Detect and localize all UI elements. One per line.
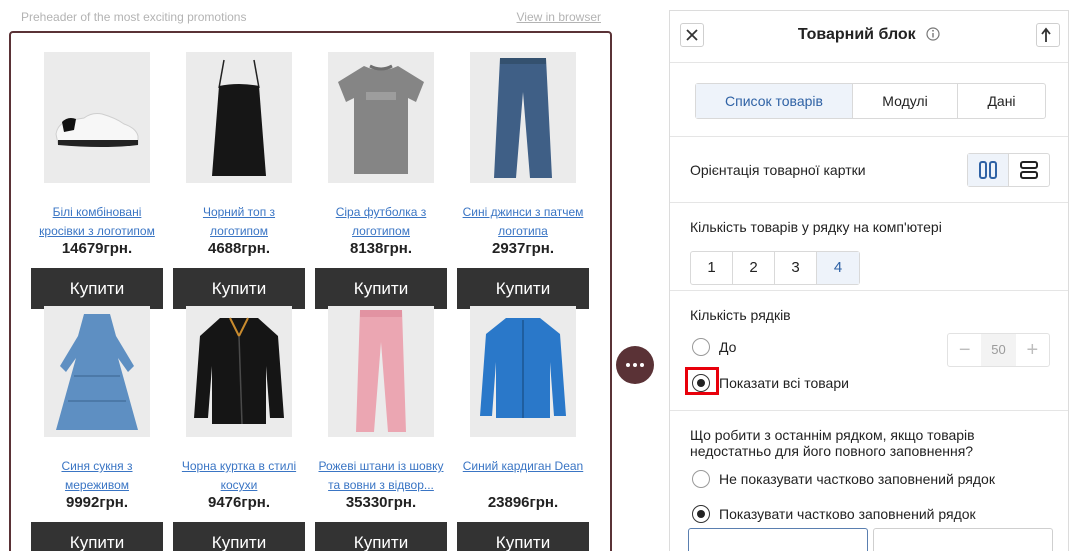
product-price: 23896грн. xyxy=(487,494,559,511)
vertical-cards-option[interactable] xyxy=(968,154,1009,186)
product-price: 4688грн. xyxy=(207,240,270,257)
panel-tabs: Список товарів Модулі Дані xyxy=(695,83,1046,119)
plus-icon[interactable]: + xyxy=(1016,334,1049,366)
last-row-hide-label: Не показувати частково заповнений рядок xyxy=(719,471,995,487)
panel-title-wrap: Товарний блок xyxy=(670,26,1068,44)
items-per-row-label: Кількість товарів у рядку на комп'ютері xyxy=(690,219,942,235)
minus-icon[interactable]: − xyxy=(948,334,981,366)
per-row-option-2[interactable]: 2 xyxy=(733,252,775,284)
arrow-up-icon xyxy=(1041,27,1051,42)
orientation-section: Орієнтація товарної картки xyxy=(670,136,1068,202)
per-row-option-4[interactable]: 4 xyxy=(817,252,859,284)
sneaker-image[interactable] xyxy=(44,52,150,183)
product-block-preview[interactable]: Білі комбіновані кросівки з логотипом 14… xyxy=(9,31,612,551)
settings-panel: Товарний блок Список товарів Модулі Дані… xyxy=(669,10,1069,551)
move-up-button[interactable] xyxy=(1036,23,1060,47)
last-row-question: Що робити з останнім рядком, якщо товарі… xyxy=(690,427,975,459)
info-icon[interactable] xyxy=(926,27,940,41)
view-in-browser-link[interactable]: View in browser xyxy=(517,10,601,24)
last-row-show-option[interactable]: Показувати частково заповнений рядок xyxy=(692,505,1022,525)
buy-button[interactable]: Купити xyxy=(173,268,305,309)
tab-product-list[interactable]: Список товарів xyxy=(696,84,853,118)
preheader-bar: Preheader of the most exciting promotion… xyxy=(21,10,601,24)
rows-all-option[interactable]: Показати всі товари xyxy=(685,367,912,395)
buy-button[interactable]: Купити xyxy=(31,522,163,551)
option-field-left[interactable] xyxy=(688,528,868,551)
panel-header: Товарний блок xyxy=(670,11,1068,63)
rows-limit-value[interactable]: 50 xyxy=(981,334,1016,366)
panel-title: Товарний блок xyxy=(797,26,916,43)
product-name-link[interactable]: Рожеві штани із шовку та вовни з відвор.… xyxy=(315,457,447,495)
product-name-link[interactable]: Синя сукня з мереживом xyxy=(31,457,163,495)
buy-button[interactable]: Купити xyxy=(173,522,305,551)
dot-icon xyxy=(633,363,637,367)
orientation-toggle xyxy=(967,153,1050,187)
pants-image[interactable] xyxy=(328,306,434,437)
buy-button[interactable]: Купити xyxy=(315,522,447,551)
rows-limit-radio[interactable] xyxy=(692,338,710,356)
tab-modules[interactable]: Модулі xyxy=(853,84,958,118)
tab-data[interactable]: Дані xyxy=(958,84,1045,118)
buy-button[interactable]: Купити xyxy=(457,522,589,551)
rows-limit-label: До xyxy=(719,339,737,355)
rows-limit-stepper: − 50 + xyxy=(947,333,1050,367)
jeans-image[interactable] xyxy=(470,52,576,183)
product-name-link[interactable]: Сіра футболка з логотипом xyxy=(315,203,447,241)
buy-button[interactable]: Купити xyxy=(457,268,589,309)
selection-highlight xyxy=(685,367,719,395)
product-price: 14679грн. xyxy=(61,240,133,257)
rows-icon xyxy=(1019,161,1038,179)
items-per-row-selector: 1 2 3 4 xyxy=(690,251,860,285)
product-price: 35330грн. xyxy=(345,494,417,511)
product-price: 9476грн. xyxy=(207,494,270,511)
last-row-section: Що робити з останнім рядком, якщо товарі… xyxy=(670,410,1068,551)
product-name-link[interactable]: Синий кардиган Dean xyxy=(457,457,589,495)
columns-icon xyxy=(978,161,997,179)
jacket-image[interactable] xyxy=(186,306,292,437)
buy-button[interactable]: Купити xyxy=(31,268,163,309)
per-row-option-3[interactable]: 3 xyxy=(775,252,817,284)
product-price: 8138грн. xyxy=(349,240,412,257)
option-field-right[interactable] xyxy=(873,528,1053,551)
product-price: 9992грн. xyxy=(65,494,128,511)
per-row-option-1[interactable]: 1 xyxy=(691,252,733,284)
items-per-row-section: Кількість товарів у рядку на комп'ютері … xyxy=(670,202,1068,290)
product-name-link[interactable]: Чорний топ з логотипом xyxy=(173,203,305,241)
more-options-button[interactable] xyxy=(616,346,654,384)
dot-icon xyxy=(640,363,644,367)
last-row-show-label: Показувати частково заповнений рядок xyxy=(719,506,976,522)
last-row-show-radio[interactable] xyxy=(692,505,710,523)
product-name-link[interactable]: Чорна куртка в стилі косухи xyxy=(173,457,305,495)
rows-limit-option[interactable]: До xyxy=(692,338,892,358)
product-name-link[interactable]: Сині джинси з патчем логотипа xyxy=(457,203,589,241)
dress-image[interactable] xyxy=(44,306,150,437)
preheader-text: Preheader of the most exciting promotion… xyxy=(21,10,247,24)
product-price: 2937грн. xyxy=(491,240,554,257)
rows-all-radio[interactable] xyxy=(685,367,719,395)
last-row-hide-option[interactable]: Не показувати частково заповнений рядок xyxy=(692,470,1022,490)
horizontal-cards-option[interactable] xyxy=(1009,154,1050,186)
dot-icon xyxy=(626,363,630,367)
buy-button[interactable]: Купити xyxy=(315,268,447,309)
rows-count-section: Кількість рядків До − 50 + Показати всі … xyxy=(670,290,1068,410)
product-name-link[interactable]: Білі комбіновані кросівки з логотипом xyxy=(31,203,163,241)
orientation-label: Орієнтація товарної картки xyxy=(690,162,866,178)
t-shirt-image[interactable] xyxy=(328,52,434,183)
last-row-hide-radio[interactable] xyxy=(692,470,710,488)
rows-all-label: Показати всі товари xyxy=(719,375,849,391)
cardigan-image[interactable] xyxy=(470,306,576,437)
tank-top-image[interactable] xyxy=(186,52,292,183)
rows-count-label: Кількість рядків xyxy=(690,307,791,323)
